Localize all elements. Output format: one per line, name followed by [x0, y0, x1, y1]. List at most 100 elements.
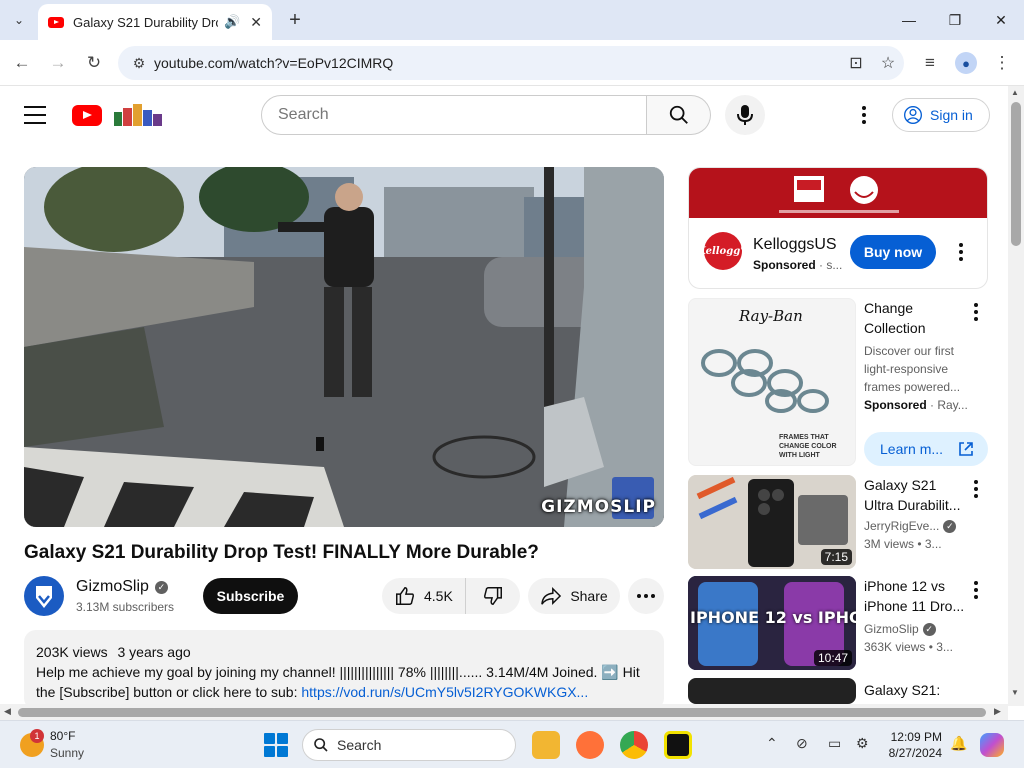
related-channel[interactable]: GizmoSlip ✓ [864, 622, 936, 636]
browser-menu-icon[interactable]: ⋮ [988, 49, 1016, 77]
related-menu-icon[interactable] [964, 477, 988, 501]
url-text[interactable]: youtube.com/watch?v=EoPv12CIMRQ [154, 55, 840, 71]
scroll-left-arrow-icon[interactable]: ◀ [4, 706, 11, 717]
related-channel-text[interactable]: JerryRigEve... [864, 519, 939, 533]
tab-search-dropdown[interactable]: ⌄ [6, 7, 32, 33]
description-text: Help me achieve my goal by joining my ch… [36, 662, 652, 702]
related-meta: 3M views • 3... [864, 537, 942, 551]
close-window-button[interactable]: ✕ [978, 0, 1024, 40]
related-title[interactable]: Galaxy S21: [864, 680, 968, 700]
youtube-logo-icon[interactable] [72, 105, 102, 126]
promoted-item[interactable]: Ray-Ban FRAMES THAT CHANGE COLOR WITH LI… [688, 298, 988, 470]
kellogg-logo[interactable]: Kellogg's [697, 232, 749, 270]
related-channel[interactable]: JerryRigEve... ✓ [864, 519, 957, 533]
sign-in-button[interactable]: Sign in [892, 98, 990, 132]
install-app-icon[interactable]: ⊡ [840, 53, 872, 73]
search-icon [669, 105, 688, 124]
like-count: 4.5K [424, 588, 453, 604]
back-button[interactable]: ← [8, 49, 36, 77]
app-q-icon[interactable] [664, 731, 692, 759]
related-menu-icon[interactable] [964, 578, 988, 602]
promo-thumbnail[interactable]: Ray-Ban FRAMES THAT CHANGE COLOR WITH LI… [688, 298, 856, 466]
related-title[interactable]: iPhone 12 vs iPhone 11 Dro... [864, 576, 968, 616]
copilot-icon[interactable] [980, 733, 1004, 757]
firefox-icon[interactable] [576, 731, 604, 759]
speaker-icon[interactable]: 🔊 [224, 14, 240, 30]
related-title[interactable]: Galaxy S21 Ultra Durabilit... [864, 475, 968, 515]
related-channel-text[interactable]: GizmoSlip [864, 622, 919, 636]
sponsored-ad-card[interactable]: Kellogg's KelloggsUS Sponsored · s... Bu… [688, 167, 988, 289]
close-tab-icon[interactable]: ✕ [250, 14, 262, 31]
file-explorer-icon[interactable] [532, 731, 560, 759]
active-tab[interactable]: Galaxy S21 Durability Drop 🔊 ✕ [38, 4, 272, 40]
related-video-item[interactable]: Galaxy S21: [688, 678, 988, 704]
media-controls-icon[interactable]: ≡ [916, 49, 944, 77]
minimize-button[interactable]: — [886, 0, 932, 40]
promo-menu-icon[interactable] [964, 300, 988, 324]
promo-advertiser: · Ray... [930, 398, 968, 412]
show-hidden-icons-icon[interactable]: ⌃ [766, 735, 778, 752]
related-video-item[interactable]: IPHONE 12 vs IPHONE 11 10:47 iPhone 12 v… [688, 576, 988, 670]
thumbs-down-icon [483, 587, 502, 605]
omnibox[interactable]: ⚙ youtube.com/watch?v=EoPv12CIMRQ ⊡ ☆ [118, 46, 904, 80]
related-thumbnail[interactable]: 7:15 [688, 475, 856, 569]
notification-bell-icon[interactable]: 🔔 [950, 735, 967, 752]
promo-description: Discover our first light-responsive fram… [864, 344, 961, 394]
maximize-button[interactable]: ❐ [932, 0, 978, 40]
clock-time: 12:09 PM [890, 730, 942, 744]
learn-more-button[interactable]: Learn m... [864, 432, 988, 466]
scroll-up-arrow-icon[interactable]: ▲ [1011, 88, 1019, 97]
search-button[interactable] [647, 95, 711, 135]
search-input[interactable] [261, 95, 647, 135]
vertical-scroll-thumb[interactable] [1011, 102, 1021, 246]
site-info-icon[interactable]: ⚙ [124, 55, 154, 72]
display-icon[interactable]: ▭ [828, 735, 841, 752]
more-actions-button[interactable] [628, 578, 664, 614]
voice-search-button[interactable] [725, 95, 765, 135]
scroll-right-arrow-icon[interactable]: ▶ [994, 706, 1001, 717]
dislike-button[interactable] [466, 578, 520, 614]
buy-now-button[interactable]: Buy now [850, 235, 936, 269]
weather-temperature[interactable]: 80°F [50, 729, 75, 743]
channel-avatar[interactable] [24, 576, 64, 616]
profile-button[interactable]: ● [952, 49, 980, 77]
like-button[interactable]: 4.5K [382, 578, 466, 614]
subscribe-button[interactable]: Subscribe [203, 578, 298, 614]
volume-icon[interactable]: ⚙ [856, 735, 869, 752]
advertiser-name[interactable]: KelloggsUS [753, 236, 837, 254]
channel-watermark: GIZMOSLIP [541, 497, 656, 517]
forward-button[interactable]: → [44, 49, 72, 77]
gizmoslip-logo-icon [36, 586, 52, 608]
start-button[interactable] [264, 733, 288, 757]
description-link[interactable]: https://vod.run/s/UCmY5lv5I2RYGOKWKGX... [301, 684, 588, 700]
taskbar-search[interactable]: Search [302, 729, 516, 761]
channel-name-text[interactable]: GizmoSlip [76, 578, 149, 596]
network-off-icon[interactable]: ⊘ [796, 735, 808, 752]
guide-menu-icon[interactable] [24, 106, 46, 124]
sign-in-label: Sign in [930, 107, 973, 123]
description-box[interactable]: 203K views 3 years ago Help me achieve m… [24, 630, 664, 710]
video-title: Galaxy S21 Durability Drop Test! FINALLY… [24, 542, 539, 563]
ad-banner-image[interactable] [689, 168, 987, 218]
settings-menu-icon[interactable] [852, 103, 876, 127]
reload-button[interactable]: ↻ [80, 49, 108, 77]
thumb-caption: IPHONE 12 vs IPHONE 11 [690, 608, 856, 627]
video-player[interactable]: GIZMOSLIP [24, 167, 664, 527]
chrome-icon[interactable] [620, 731, 648, 759]
weather-condition[interactable]: Sunny [50, 746, 84, 760]
horizontal-scroll-thumb[interactable] [18, 708, 986, 717]
youtube-doodle-icon[interactable] [112, 102, 166, 128]
eyeglasses-image [701, 349, 829, 413]
related-thumbnail[interactable]: IPHONE 12 vs IPHONE 11 10:47 [688, 576, 856, 670]
ad-menu-icon[interactable] [949, 240, 973, 264]
related-thumbnail[interactable] [688, 678, 856, 704]
new-tab-button[interactable]: + [282, 7, 308, 33]
system-clock[interactable]: 12:09 PM 8/27/2024 [882, 729, 942, 761]
channel-name[interactable]: GizmoSlip ✓ [76, 578, 168, 596]
scroll-down-arrow-icon[interactable]: ▼ [1011, 688, 1019, 697]
sponsored-suffix: · s... [819, 258, 843, 272]
related-video-item[interactable]: 7:15 Galaxy S21 Ultra Durabilit... Jerry… [688, 475, 988, 569]
promo-title[interactable]: Change Collection [864, 298, 968, 338]
bookmark-star-icon[interactable]: ☆ [872, 53, 904, 73]
share-button[interactable]: Share [528, 578, 620, 614]
